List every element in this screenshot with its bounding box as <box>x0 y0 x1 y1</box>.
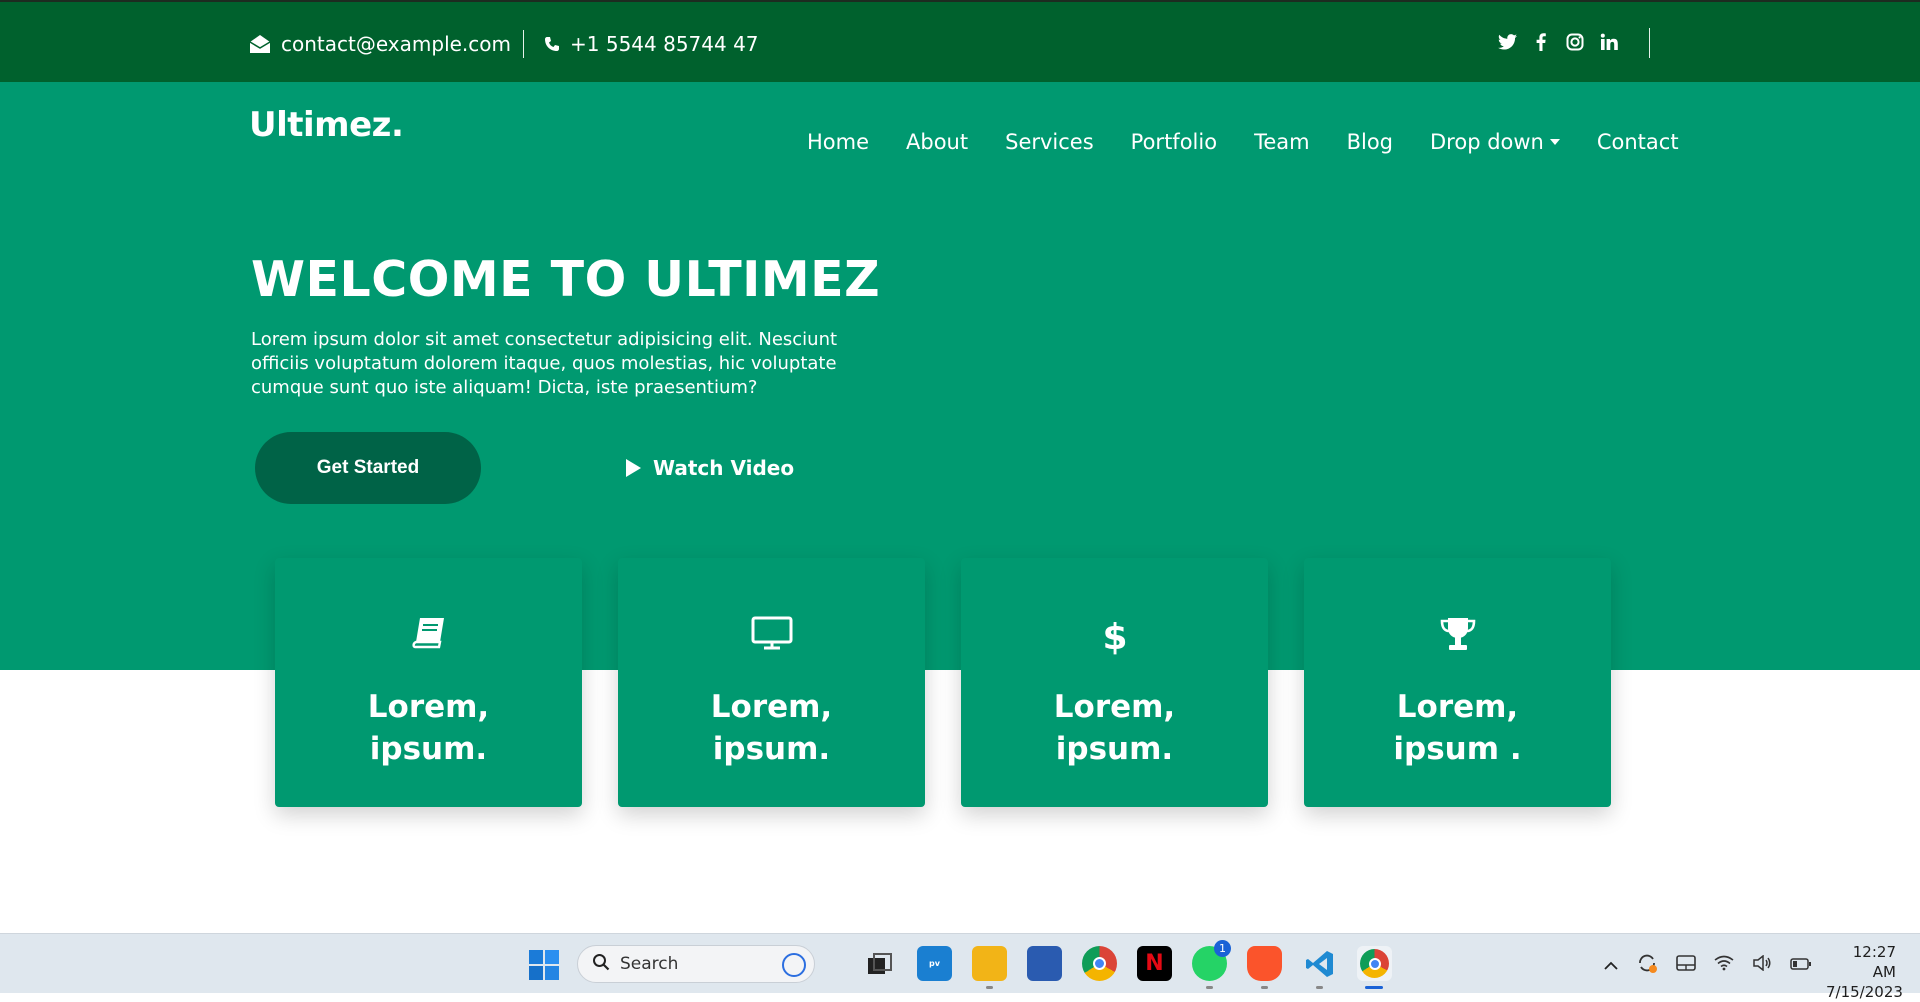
contact-info: contact@example.com +1 5544 85744 47 <box>249 30 759 58</box>
caret-down-icon <box>1549 139 1560 145</box>
nav-label: Services <box>1005 130 1094 154</box>
dollar-icon: $ <box>961 616 1268 656</box>
divider <box>523 30 524 58</box>
play-icon <box>626 459 641 477</box>
email-text: contact@example.com <box>281 32 511 56</box>
nav-about[interactable]: About <box>906 130 968 154</box>
watch-video-button[interactable]: Watch Video <box>626 448 794 488</box>
card-title: Lorem, ipsum . <box>1393 689 1522 767</box>
vscode-icon[interactable] <box>1302 946 1337 989</box>
running-indicator <box>986 986 993 989</box>
nav-portfolio[interactable]: Portfolio <box>1131 130 1217 154</box>
feature-card[interactable]: Lorem, ipsum. <box>275 558 582 807</box>
nav-home[interactable]: Home <box>807 130 869 154</box>
chevron-up-icon[interactable] <box>1604 956 1618 975</box>
netflix-icon[interactable]: N <box>1137 946 1172 981</box>
twitter-icon[interactable] <box>1497 32 1517 52</box>
search-placeholder: Search <box>620 954 679 974</box>
sync-icon[interactable] <box>1636 952 1658 978</box>
facebook-icon[interactable] <box>1531 32 1551 52</box>
card-title: Lorem, ipsum. <box>1053 689 1176 767</box>
nav-label: Blog <box>1346 130 1393 154</box>
nav-contact[interactable]: Contact <box>1597 130 1679 154</box>
touchpad-icon[interactable] <box>1676 955 1696 975</box>
divider <box>1649 28 1650 58</box>
chrome-active-icon[interactable] <box>1357 946 1392 989</box>
feature-card[interactable]: $ Lorem, ipsum. <box>961 558 1268 807</box>
whatsapp-icon[interactable]: 1 <box>1192 940 1231 989</box>
search-icon <box>592 953 610 976</box>
notification-badge: 1 <box>1214 940 1231 957</box>
book-icon <box>275 616 582 650</box>
system-tray <box>1604 952 1812 978</box>
battery-icon[interactable] <box>1790 956 1812 975</box>
chrome-icon[interactable] <box>1082 946 1117 981</box>
nav-label: About <box>906 130 969 154</box>
hero-title: WELCOME TO ULTIMEZ <box>251 251 881 308</box>
nav-label: Contact <box>1596 130 1679 154</box>
nav-label: Home <box>807 130 870 154</box>
nav-label: Portfolio <box>1130 130 1218 154</box>
nav-team[interactable]: Team <box>1254 130 1310 154</box>
envelope-icon <box>249 34 271 54</box>
running-indicator <box>1206 986 1213 989</box>
clock[interactable]: 12:27 AM 7/15/2023 <box>1826 942 1903 1002</box>
wifi-icon[interactable] <box>1714 955 1734 975</box>
phone-link[interactable]: +1 5544 85744 47 <box>544 32 759 56</box>
nav-label: Drop down <box>1430 130 1544 154</box>
date-text: 7/15/2023 <box>1826 983 1903 1001</box>
feature-card[interactable]: Lorem, ipsum . <box>1304 558 1611 807</box>
hero-text: Lorem ipsum dolor sit amet consectetur a… <box>251 329 838 398</box>
nav-blog[interactable]: Blog <box>1347 130 1393 154</box>
brave-icon[interactable] <box>1247 946 1282 989</box>
get-started-button[interactable]: Get Started <box>255 432 481 504</box>
nav-label: Team <box>1254 130 1310 154</box>
trophy-icon <box>1304 616 1611 652</box>
card-title: Lorem, ipsum. <box>367 689 490 767</box>
nav-dropdown[interactable]: Drop down <box>1430 130 1560 154</box>
taskbar: Search pv N 1 12:27 AM 7/15/2023 <box>0 933 1920 1001</box>
feature-card[interactable]: Lorem, ipsum. <box>618 558 925 807</box>
bing-icon[interactable] <box>782 953 806 977</box>
prime-video-icon[interactable]: pv <box>917 946 952 981</box>
site-logo[interactable]: Ultimez. <box>249 105 404 145</box>
taskbar-search[interactable]: Search <box>577 945 815 983</box>
phone-text: +1 5544 85744 47 <box>570 32 759 56</box>
running-indicator <box>1316 986 1323 989</box>
card-title: Lorem, ipsum. <box>710 689 833 767</box>
taskbar-apps: pv N 1 <box>862 940 1392 989</box>
watch-video-label: Watch Video <box>653 456 795 480</box>
windows-start-icon[interactable] <box>528 949 560 985</box>
svg-text:$: $ <box>1103 617 1127 656</box>
top-bar: contact@example.com +1 5544 85744 47 <box>0 0 1920 82</box>
linkedin-icon[interactable] <box>1599 32 1619 52</box>
monitor-icon <box>618 616 925 650</box>
store-icon[interactable] <box>1027 946 1062 981</box>
instagram-icon[interactable] <box>1565 32 1585 52</box>
email-link[interactable]: contact@example.com <box>249 32 511 56</box>
running-indicator <box>1261 986 1268 989</box>
active-indicator <box>1365 986 1383 989</box>
feature-cards: Lorem, ipsum. Lorem, ipsum. $ Lorem, ipsum.… <box>275 558 1611 807</box>
main-nav: Home About Services Portfolio Team Blog … <box>807 130 1679 154</box>
volume-icon[interactable] <box>1752 954 1772 975</box>
time-text: 12:27 AM <box>1852 943 1896 981</box>
task-view-icon[interactable] <box>862 946 897 981</box>
social-links <box>1497 32 1619 52</box>
phone-icon <box>544 36 560 52</box>
nav-services[interactable]: Services <box>1005 130 1094 154</box>
file-explorer-icon[interactable] <box>972 946 1007 989</box>
